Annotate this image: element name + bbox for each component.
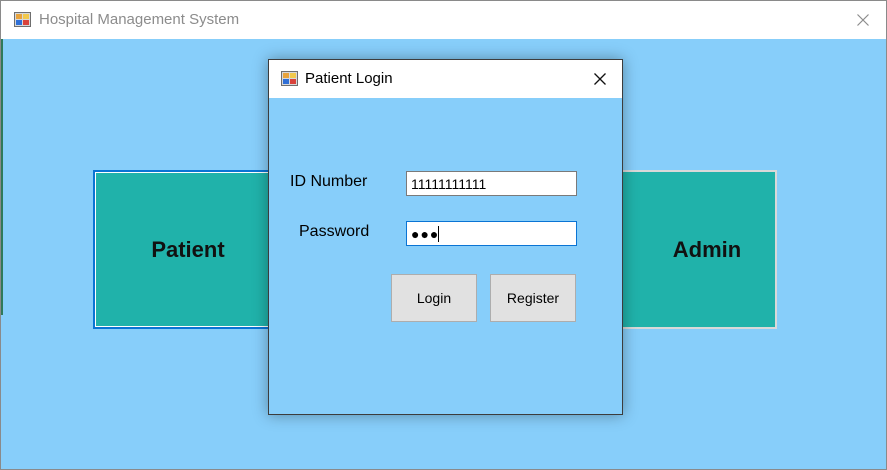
login-button[interactable]: Login [391,274,477,322]
app-window-icon [281,71,298,86]
main-window-title: Hospital Management System [39,11,240,28]
patient-login-dialog: Patient Login ID Number Password Login R… [268,59,623,415]
close-icon [857,14,869,26]
admin-button[interactable]: Admin [597,170,777,329]
dialog-title: Patient Login [305,70,393,87]
patient-button[interactable]: Patient [93,170,283,329]
close-icon [594,73,606,85]
dialog-titlebar: Patient Login [269,60,622,98]
dialog-close-button[interactable] [578,60,622,98]
password-input[interactable] [406,221,577,246]
register-button[interactable]: Register [490,274,576,322]
login-button-label: Login [416,290,452,306]
main-window: Hospital Management System Patient Admin… [0,0,887,470]
window-edge-strip [1,39,3,315]
text-caret [438,226,439,242]
id-number-label: ID Number [290,173,368,190]
app-window-icon [14,12,31,27]
patient-button-label: Patient [151,236,225,262]
admin-button-label: Admin [672,236,742,262]
register-button-label: Register [506,290,560,306]
id-number-input[interactable] [406,171,577,196]
main-close-button[interactable] [840,1,886,39]
main-titlebar: Hospital Management System [1,1,886,39]
password-label: Password [299,223,370,240]
